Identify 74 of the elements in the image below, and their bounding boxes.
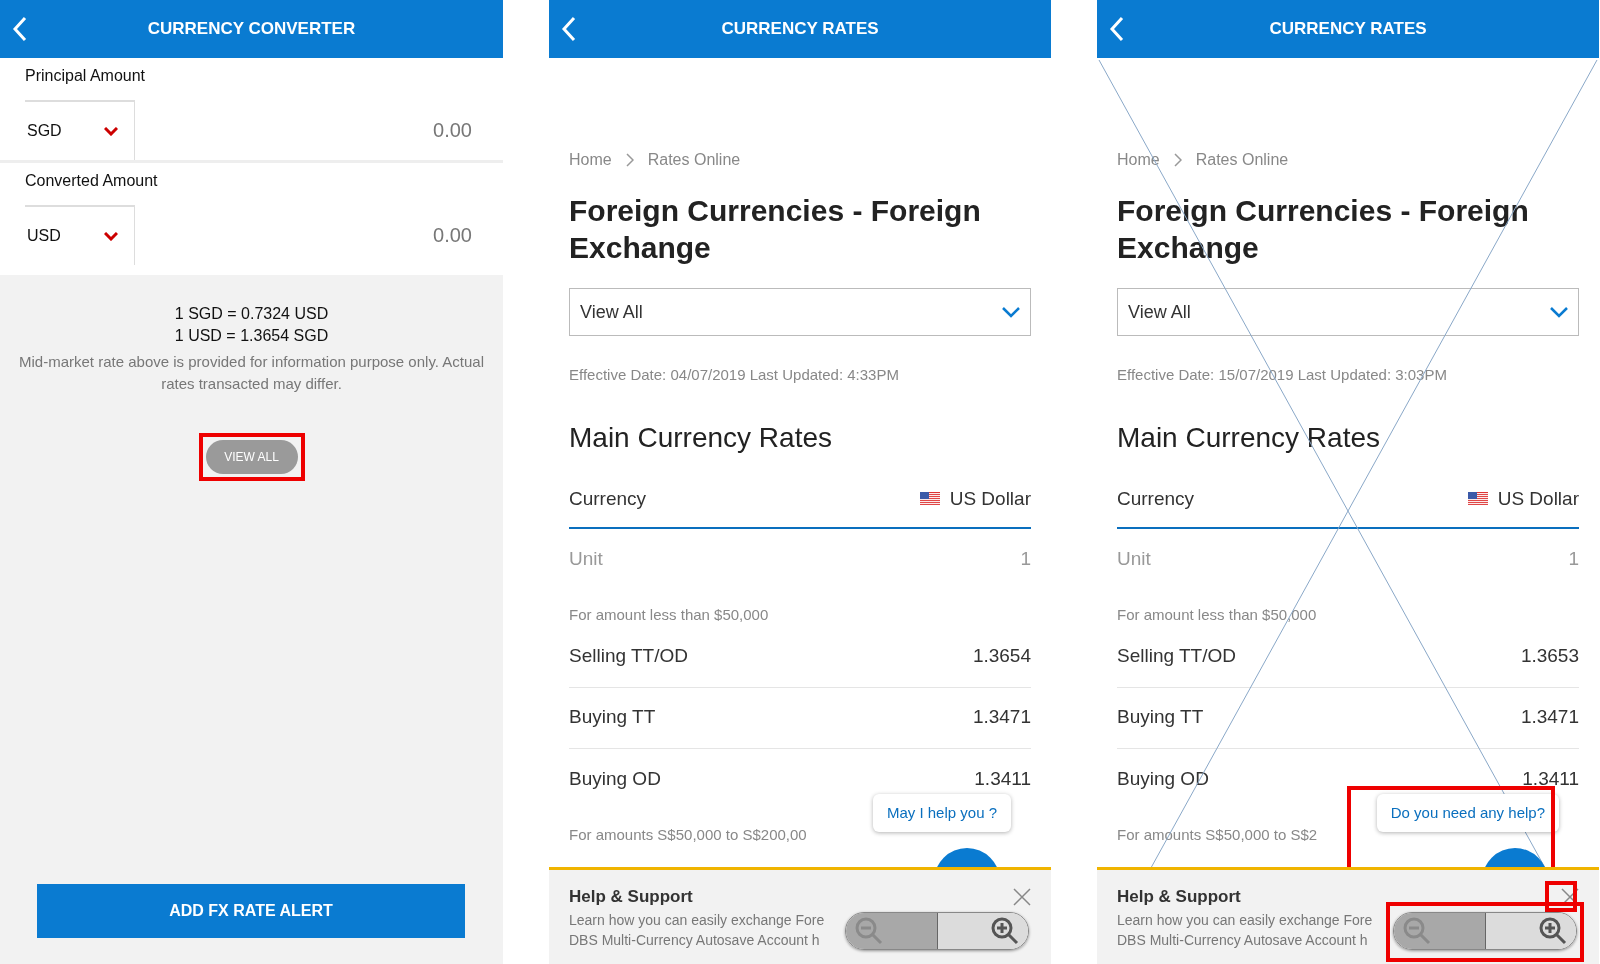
zoom-in-icon[interactable] bbox=[1538, 916, 1568, 946]
field-label: Converted Amount bbox=[25, 171, 159, 191]
rate-line: 1 USD = 1.3654 SGD bbox=[174, 326, 329, 346]
rate-value: 1.3653 bbox=[1520, 644, 1579, 669]
chevron-down-icon bbox=[104, 231, 118, 241]
section-heading: Main Currency Rates bbox=[569, 420, 833, 455]
amount-note: For amounts S$50,000 to S$2 bbox=[1117, 824, 1319, 845]
page-heading: Foreign Currencies - Foreign Exchange bbox=[1117, 193, 1530, 266]
help-title: Help & Support bbox=[1117, 886, 1241, 908]
add-alert-button[interactable]: ADD FX RATE ALERT bbox=[37, 884, 465, 938]
currency-select[interactable]: SGD bbox=[25, 100, 135, 160]
chevron-down-icon bbox=[1002, 306, 1020, 318]
amount-note: For amounts S$50,000 to S$200,00 bbox=[569, 824, 808, 845]
column-heading: US Dollar bbox=[1497, 486, 1579, 511]
effective-date: Effective Date: 04/07/2019 Last Updated: 4:33PM bbox=[569, 365, 900, 385]
section-heading: Main Currency Rates bbox=[1117, 420, 1381, 455]
help-text: DBS Multi-Currency Autosave Account h bbox=[569, 930, 820, 950]
column-heading: Currency bbox=[1117, 486, 1195, 511]
screen-title: CURRENCY RATES bbox=[721, 18, 879, 41]
rate-label: Buying OD bbox=[1117, 766, 1209, 791]
zoom-control[interactable] bbox=[845, 912, 1029, 950]
close-icon[interactable] bbox=[1013, 887, 1031, 906]
column-heading: Currency bbox=[569, 486, 647, 511]
help-text: Learn how you can easily exchange Fore bbox=[1117, 910, 1373, 930]
rate-value: 1.3471 bbox=[1520, 705, 1579, 730]
amount-field[interactable]: 0.00 bbox=[433, 220, 478, 250]
breadcrumb-link[interactable]: Home bbox=[1117, 148, 1160, 172]
rate-label: Unit bbox=[1117, 547, 1151, 572]
back-icon[interactable] bbox=[12, 16, 28, 42]
rate-label: Selling TT/OD bbox=[569, 644, 688, 669]
category-dropdown[interactable]: View All bbox=[1117, 288, 1579, 336]
chevron-down-icon bbox=[104, 126, 118, 136]
rate-value: 1.3471 bbox=[972, 705, 1031, 730]
chevron-right-icon bbox=[1173, 153, 1182, 167]
help-text: DBS Multi-Currency Autosave Account h bbox=[1117, 930, 1368, 950]
help-text: Learn how you can easily exchange Fore bbox=[569, 910, 825, 930]
rate-value: 1 bbox=[1020, 547, 1031, 572]
breadcrumb-link[interactable]: Home bbox=[569, 148, 612, 172]
chevron-down-icon bbox=[1550, 306, 1568, 318]
rate-value: 1 bbox=[1568, 547, 1579, 572]
amount-note: For amount less than $50,000 bbox=[569, 605, 770, 625]
rate-value: 1.3654 bbox=[972, 644, 1031, 669]
breadcrumb-link[interactable]: Rates Online bbox=[1195, 148, 1289, 172]
amount-field[interactable]: 0.00 bbox=[433, 115, 478, 145]
amount-note: For amount less than $50,000 bbox=[1117, 605, 1318, 625]
zoom-control[interactable] bbox=[1393, 912, 1577, 950]
rate-label: Unit bbox=[569, 547, 603, 572]
rate-line: 1 SGD = 0.7324 USD bbox=[174, 304, 329, 324]
rate-value: 1.3411 bbox=[974, 766, 1031, 791]
breadcrumb-link[interactable]: Rates Online bbox=[647, 148, 741, 172]
rate-label: Selling TT/OD bbox=[1117, 644, 1236, 669]
help-bubble[interactable]: Do you need any help? bbox=[1376, 794, 1559, 832]
screen-title: CURRENCY RATES bbox=[1269, 18, 1427, 41]
help-bubble[interactable]: May I help you ? bbox=[872, 794, 1011, 832]
zoom-in-icon[interactable] bbox=[990, 916, 1020, 946]
rate-label: Buying TT bbox=[1117, 705, 1204, 730]
disclaimer-text: Mid-market rate above is provided for information purpose only. Actual rates transacted may differ. bbox=[18, 352, 485, 394]
rate-value: 1.3411 bbox=[1522, 766, 1579, 791]
rate-label: Buying OD bbox=[569, 766, 661, 791]
column-heading: US Dollar bbox=[949, 486, 1031, 511]
field-label: Principal Amount bbox=[25, 66, 147, 86]
page-heading: Foreign Currencies - Foreign Exchange bbox=[569, 193, 982, 266]
us-flag-icon bbox=[1467, 492, 1488, 506]
rate-label: Buying TT bbox=[569, 705, 656, 730]
category-dropdown[interactable]: View All bbox=[569, 288, 1031, 336]
chevron-right-icon bbox=[625, 153, 634, 167]
back-icon[interactable] bbox=[1109, 16, 1125, 42]
back-icon[interactable] bbox=[561, 16, 577, 42]
view-all-button[interactable]: VIEW ALL bbox=[205, 440, 298, 474]
currency-select[interactable]: USD bbox=[25, 205, 135, 265]
help-title: Help & Support bbox=[569, 886, 693, 908]
effective-date: Effective Date: 15/07/2019 Last Updated: 3:03PM bbox=[1117, 365, 1448, 385]
us-flag-icon bbox=[919, 492, 940, 506]
screen-title: CURRENCY CONVERTER bbox=[147, 18, 356, 41]
